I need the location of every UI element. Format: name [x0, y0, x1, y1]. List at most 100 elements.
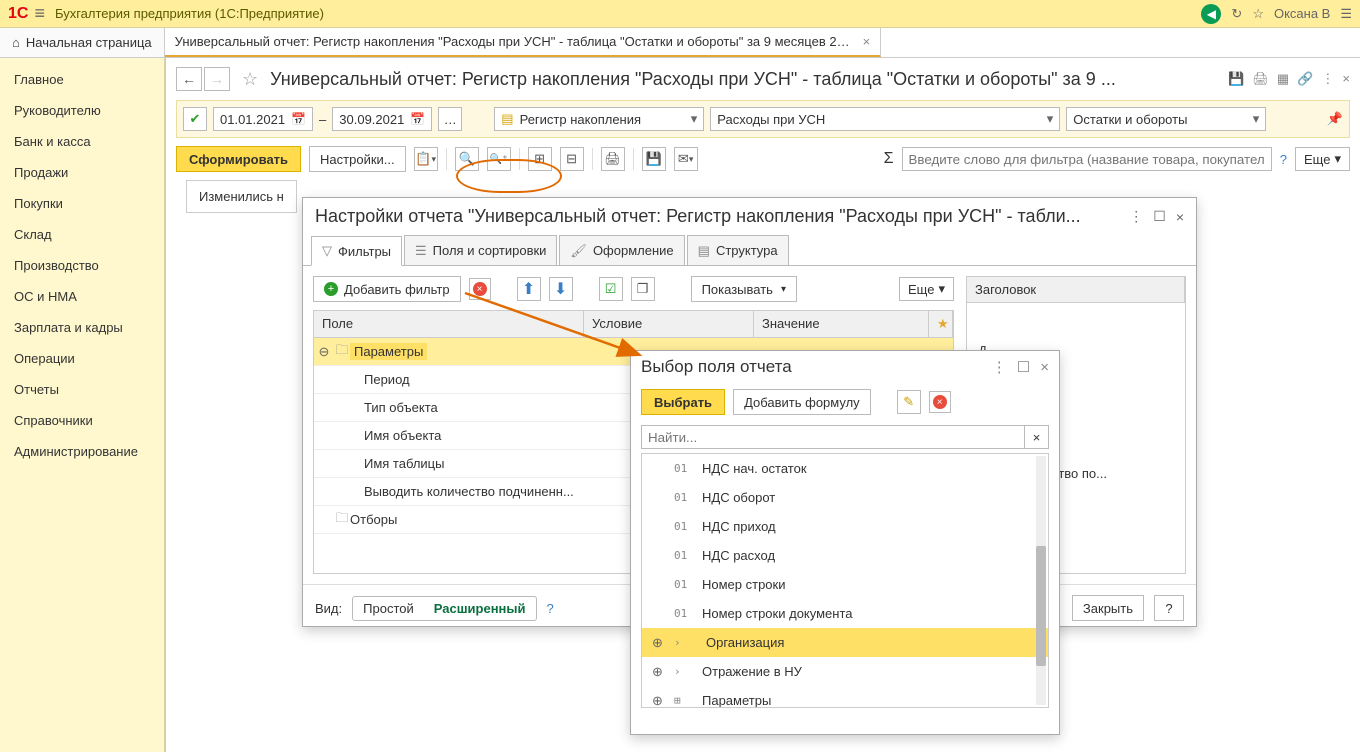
list-item[interactable]: 01НДС нач. остаток: [642, 454, 1048, 483]
collapse-icon[interactable]: ⊖: [314, 344, 334, 360]
nav-back-button[interactable]: ←: [176, 67, 202, 91]
add-formula-button[interactable]: Добавить формулу: [733, 389, 871, 415]
sidebar-item-operations[interactable]: Операции: [0, 343, 164, 374]
menu-icon[interactable]: ☰: [1340, 6, 1352, 22]
collapse-icon[interactable]: ⊟: [560, 147, 584, 171]
tab-fields[interactable]: ☰Поля и сортировки: [404, 235, 557, 265]
list-item[interactable]: ⊕⊞Параметры: [642, 686, 1048, 708]
list-item[interactable]: 01НДС оборот: [642, 483, 1048, 512]
export-icon[interactable]: ▦: [1277, 71, 1289, 87]
save-icon[interactable]: 💾: [1228, 71, 1244, 87]
favorite-icon[interactable]: ☆: [242, 69, 258, 90]
move-down-button[interactable]: ⬇: [549, 277, 573, 301]
expand-icon[interactable]: ⊕: [652, 664, 666, 680]
edit-button[interactable]: ✎: [897, 390, 921, 414]
list-item[interactable]: 01Номер строки: [642, 570, 1048, 599]
sidebar-item-stock[interactable]: Склад: [0, 219, 164, 250]
field-list: 01НДС нач. остаток 01НДС оборот 01НДС пр…: [641, 453, 1049, 708]
dialog-close-icon[interactable]: ×: [1176, 209, 1184, 225]
sidebar-item-reports[interactable]: Отчеты: [0, 374, 164, 405]
delete-button[interactable]: ×: [929, 391, 951, 413]
print-icon[interactable]: 🖨: [1252, 71, 1269, 87]
type-select[interactable]: ▤ Регистр накопления ▾: [494, 107, 704, 131]
copy-button[interactable]: ❐: [631, 277, 655, 301]
sidebar-item-admin[interactable]: Администрирование: [0, 436, 164, 467]
add-filter-button[interactable]: + Добавить фильтр: [313, 276, 461, 302]
check-all-button[interactable]: ☑: [599, 277, 623, 301]
period-button[interactable]: …: [438, 107, 462, 131]
dialog-kebab-icon[interactable]: ⋮: [992, 358, 1007, 376]
clear-search-button[interactable]: ×: [1025, 425, 1049, 449]
filter-more-button[interactable]: Еще▾: [899, 277, 954, 301]
expand-icon[interactable]: ⊞: [528, 147, 552, 171]
calendar-icon[interactable]: 📅: [291, 112, 306, 126]
star-icon[interactable]: ☆: [1252, 6, 1264, 22]
sidebar-item-sales[interactable]: Продажи: [0, 157, 164, 188]
table-select[interactable]: Остатки и обороты ▾: [1066, 107, 1266, 131]
select-button[interactable]: Выбрать: [641, 389, 725, 415]
expand-icon[interactable]: ⊕: [652, 693, 666, 709]
list-item[interactable]: 01НДС расход: [642, 541, 1048, 570]
home-tab[interactable]: ⌂ Начальная страница: [0, 28, 165, 57]
view-advanced-button[interactable]: Расширенный: [424, 597, 536, 620]
print-icon[interactable]: 🖨: [601, 147, 625, 171]
variant-icon[interactable]: 📋▾: [414, 147, 438, 171]
sidebar-item-purchase[interactable]: Покупки: [0, 188, 164, 219]
sidebar-item-hr[interactable]: Зарплата и кадры: [0, 312, 164, 343]
check-icon[interactable]: ✔: [183, 107, 207, 131]
list-item-organization[interactable]: ⊕›Организация: [642, 628, 1048, 657]
sidebar-item-references[interactable]: Справочники: [0, 405, 164, 436]
filter-search-input[interactable]: [902, 147, 1272, 171]
save-icon[interactable]: 💾: [642, 147, 666, 171]
dialog-kebab-icon[interactable]: ⋮: [1129, 208, 1143, 225]
burger-icon[interactable]: ≡: [34, 3, 45, 24]
field-search-input[interactable]: [641, 425, 1025, 449]
move-up-button[interactable]: ⬆: [517, 277, 541, 301]
expand-icon[interactable]: ⊕: [652, 635, 666, 651]
dialog-maximize-icon[interactable]: ☐: [1017, 358, 1030, 376]
kebab-icon[interactable]: ⋮: [1321, 71, 1334, 87]
date-from-input[interactable]: 01.01.2021 📅: [213, 107, 313, 131]
view-simple-button[interactable]: Простой: [353, 597, 424, 620]
settings-button[interactable]: Настройки...: [309, 146, 406, 172]
dialog-close-icon[interactable]: ×: [1040, 359, 1049, 376]
close-settings-button[interactable]: Закрыть: [1072, 595, 1144, 621]
more-button[interactable]: Еще▾: [1295, 147, 1350, 171]
document-tab[interactable]: Универсальный отчет: Регистр накопления …: [165, 28, 882, 57]
show-button[interactable]: Показывать▾: [691, 276, 797, 302]
help-icon[interactable]: ?: [1280, 152, 1287, 167]
sidebar-item-bank[interactable]: Банк и касса: [0, 126, 164, 157]
pin-icon[interactable]: 📌: [1327, 111, 1343, 127]
link-icon[interactable]: 🔗: [1297, 71, 1313, 87]
sidebar-item-manager[interactable]: Руководителю: [0, 95, 164, 126]
user-name[interactable]: Оксана В: [1274, 6, 1330, 21]
delete-filter-button[interactable]: ×: [469, 278, 491, 300]
list-item[interactable]: 01Номер строки документа: [642, 599, 1048, 628]
list-item[interactable]: ⊕›Отражение в НУ: [642, 657, 1048, 686]
dialog-maximize-icon[interactable]: ☐: [1153, 208, 1166, 225]
sidebar-item-fixed-assets[interactable]: ОС и НМА: [0, 281, 164, 312]
form-button[interactable]: Сформировать: [176, 146, 301, 172]
tab-structure[interactable]: ▤Структура: [687, 235, 789, 265]
dialog-help-button[interactable]: ?: [1154, 595, 1184, 621]
search-icon[interactable]: 🔍: [455, 147, 479, 171]
close-main-icon[interactable]: ×: [1342, 71, 1350, 87]
history-icon[interactable]: ↻: [1231, 6, 1242, 22]
scrollbar[interactable]: [1036, 546, 1046, 666]
dropdown-icon: ▾: [1253, 111, 1260, 127]
help-icon[interactable]: ?: [547, 601, 554, 616]
fields-icon: ☰: [415, 243, 427, 259]
close-tab-icon[interactable]: ×: [863, 34, 871, 49]
sigma-icon[interactable]: Σ: [884, 150, 894, 168]
tab-format[interactable]: 🖌Оформление: [559, 235, 684, 265]
notification-icon[interactable]: ◀: [1201, 4, 1221, 24]
list-item[interactable]: 01НДС приход: [642, 512, 1048, 541]
calendar-icon[interactable]: 📅: [410, 112, 425, 126]
sidebar-item-main[interactable]: Главное: [0, 64, 164, 95]
email-icon[interactable]: ✉▾: [674, 147, 698, 171]
tab-filters[interactable]: ▽Фильтры: [311, 236, 402, 266]
register-select[interactable]: Расходы при УСН ▾: [710, 107, 1060, 131]
zoom-icon[interactable]: 🔍⁺: [487, 147, 511, 171]
date-to-input[interactable]: 30.09.2021 📅: [332, 107, 432, 131]
sidebar-item-production[interactable]: Производство: [0, 250, 164, 281]
